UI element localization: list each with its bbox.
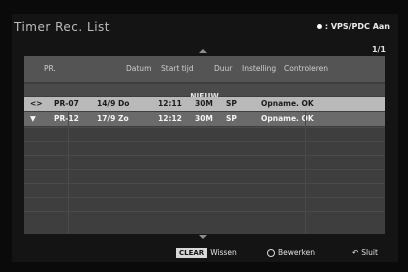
bewerken-label: Bewerken [278, 248, 316, 257]
column-header-controleren: Controleren [284, 64, 329, 73]
vps-dot-icon [316, 24, 322, 29]
row-pr: PR-07 [54, 99, 79, 108]
footer-bar: CLEAR Wissen Bewerken ↶ Sluit [0, 243, 408, 263]
column-divider [68, 112, 69, 234]
column-header-duur: Duur [214, 64, 233, 73]
timer-row[interactable]: ▼ PR-12 17/9 Zo 12:12 30M SP Opname. OK [24, 112, 385, 126]
screen-title: Timer Rec. List [14, 20, 110, 34]
enter-bewerken-button[interactable]: Bewerken [267, 248, 315, 257]
row-mode: SP [226, 99, 237, 108]
timer-row-selected[interactable]: <> PR-07 14/9 Do 12:11 30M SP Opname. OK [24, 97, 385, 111]
empty-row [24, 127, 385, 141]
empty-row [24, 141, 385, 155]
scroll-down-icon[interactable] [199, 235, 207, 239]
row-start-time: 12:11 [158, 99, 182, 108]
column-header-start-tijd: Start tijd [161, 64, 194, 73]
column-header-instelling: Instelling [242, 64, 277, 73]
tv-screen: Timer Rec. List : VPS/PDC Aan 1/1 PR. Da… [0, 0, 408, 272]
wissen-label: Wissen [210, 248, 237, 257]
scroll-up-icon[interactable] [199, 49, 207, 53]
row-start-time: 12:12 [158, 114, 182, 123]
column-header-datum: Datum [126, 64, 152, 73]
column-divider [305, 112, 306, 234]
row-pr: PR-12 [54, 114, 79, 123]
enter-icon [267, 249, 275, 257]
record-arrow-icon: <> [30, 99, 43, 108]
empty-row [24, 155, 385, 169]
row-date: 14/9 Do [97, 99, 130, 108]
empty-row [24, 169, 385, 183]
row-duration: 30M [195, 114, 213, 123]
empty-row [24, 211, 385, 225]
return-sluit-button[interactable]: ↶ Sluit [352, 248, 378, 257]
clear-button-icon: CLEAR [176, 248, 208, 258]
row-date: 17/9 Zo [97, 114, 129, 123]
clear-wissen-button[interactable]: CLEAR Wissen [176, 248, 237, 258]
row-mode: SP [226, 114, 237, 123]
section-label-nieuw: NIEUW [24, 84, 385, 101]
table-header: PR. Datum Start tijd Duur Instelling Con… [24, 56, 385, 82]
empty-row [24, 183, 385, 197]
sluit-label: Sluit [361, 248, 378, 257]
row-status: Opname. OK [261, 99, 314, 108]
row-duration: 30M [195, 99, 213, 108]
vps-dot-icon: ▼ [30, 114, 36, 123]
vps-pdc-indicator: : VPS/PDC Aan [316, 22, 390, 31]
page-number: 1/1 [371, 45, 386, 54]
vps-label: : VPS/PDC Aan [324, 22, 390, 31]
column-header-pr: PR. [44, 64, 56, 73]
return-icon: ↶ [352, 248, 359, 257]
empty-row [24, 197, 385, 211]
